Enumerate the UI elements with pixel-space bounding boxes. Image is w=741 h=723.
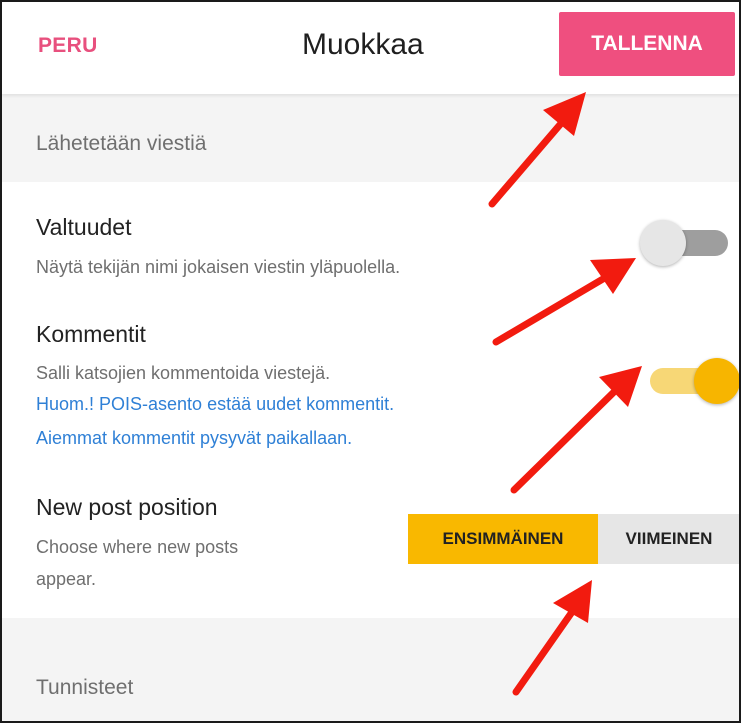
annotation-arrows [488,92,642,696]
red-arrow-icon [492,258,636,346]
red-arrow-icon [512,580,592,696]
red-arrow-icon [488,92,586,208]
red-arrow-icon [510,366,642,494]
edit-panel: PERU Muokkaa TALLENNA Lähetetään viestiä… [0,0,741,723]
